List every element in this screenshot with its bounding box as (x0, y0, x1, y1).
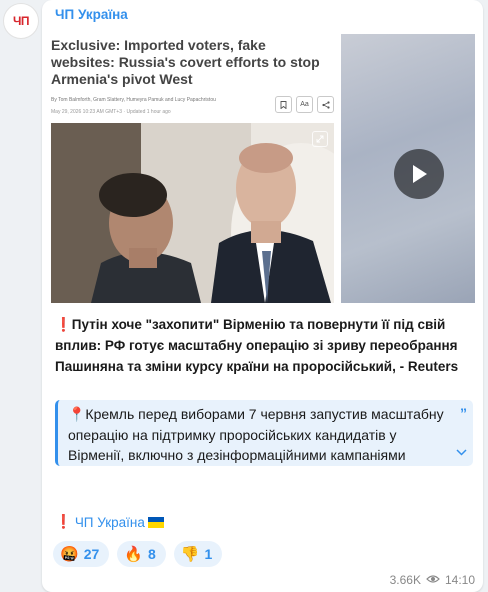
reaction-count: 27 (83, 546, 100, 562)
expand-icon[interactable] (312, 131, 328, 147)
quote-text: 📍Кремль перед виборами 7 червня запустив… (68, 406, 444, 463)
post-text: ❗️Путін хоче "захопити" Вірменію та пове… (55, 317, 459, 374)
channel-avatar[interactable]: ЧП (3, 3, 39, 39)
thumbs-down-icon: 👎 (180, 546, 200, 563)
reactions-bar: 🤬 27 🔥 8 👎 1 (53, 541, 223, 567)
channel-name[interactable]: ЧП Україна (55, 7, 128, 22)
share-icon (317, 96, 334, 113)
reaction-thumbs-down[interactable]: 👎 1 (173, 541, 223, 567)
ukraine-flag-icon (147, 516, 164, 528)
article-byline: By Tom Balmforth, Gram Slattery, Humeyra… (51, 97, 216, 103)
chevron-down-icon[interactable] (456, 442, 467, 463)
reaction-fire[interactable]: 🔥 8 (117, 541, 166, 567)
reaction-angry[interactable]: 🤬 27 (53, 541, 110, 567)
fire-icon: 🔥 (124, 546, 143, 563)
view-count: 3.66K (389, 573, 421, 587)
signature-channel-link[interactable]: ЧП Україна (75, 515, 145, 530)
article-date: May 29, 2026 10:23 AM GMT+3 · Updated 1 … (51, 109, 171, 115)
quote-mark-icon: ” (460, 405, 467, 421)
post-signature: ❗️ ЧП Україна (55, 514, 164, 530)
reaction-count: 8 (147, 546, 156, 562)
eye-icon (426, 573, 440, 587)
article-photo (51, 123, 334, 303)
reaction-count: 1 (204, 546, 213, 562)
article-screenshot[interactable]: Exclusive: Imported voters, fake website… (51, 34, 334, 303)
message-time: 14:10 (444, 573, 475, 587)
bookmark-icon (275, 96, 292, 113)
article-title: Exclusive: Imported voters, fake website… (51, 37, 320, 87)
exclamation-icon: ❗️ (55, 514, 72, 529)
message-meta: 3.66K 14:10 (390, 573, 475, 587)
message-bubble: ЧП Україна Exclusive: Imported voters, f… (42, 0, 483, 592)
video-thumbnail[interactable] (341, 34, 475, 303)
expandable-quote[interactable]: 📍Кремль перед виборами 7 червня запустив… (55, 400, 473, 466)
play-icon[interactable] (394, 149, 444, 199)
angry-face-icon: 🤬 (60, 546, 79, 563)
article-tools: Aa (275, 96, 334, 113)
font-size-icon: Aa (296, 96, 313, 113)
